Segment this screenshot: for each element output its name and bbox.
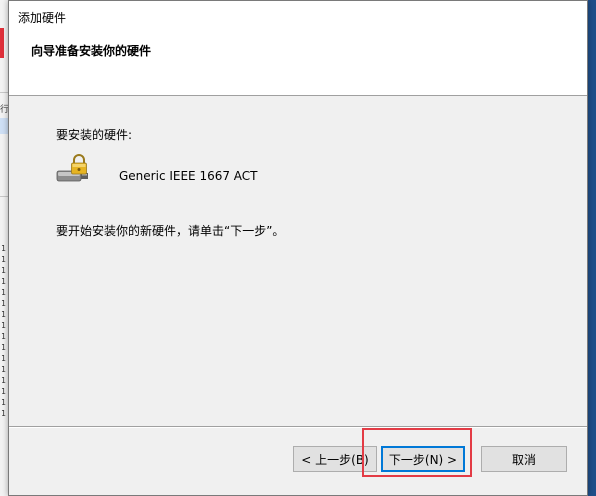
- background-red-marker: [0, 28, 4, 58]
- background-row-digit: 1: [1, 387, 6, 396]
- usb-lock-icon: [56, 154, 88, 182]
- background-row-digit: 1: [1, 321, 6, 330]
- background-row-digit: 1: [1, 310, 6, 319]
- footer-divider: [9, 426, 587, 428]
- background-row-digit: 1: [1, 244, 6, 253]
- instruction-text: 要开始安装你的新硬件，请单击“下一步”。: [56, 224, 285, 238]
- next-button[interactable]: 下一步(N) >: [381, 446, 465, 472]
- device-row: Generic IEEE 1667 ACT: [56, 154, 456, 190]
- background-row-digit: 1: [1, 398, 6, 407]
- background-row-digit: 1: [1, 354, 6, 363]
- wizard-header: 向导准备安装你的硬件: [9, 31, 587, 96]
- background-row-digit: 1: [1, 288, 6, 297]
- background-row-digit: 1: [1, 343, 6, 352]
- background-row-digit: 1: [1, 255, 6, 264]
- back-button[interactable]: < 上一步(B): [293, 446, 377, 472]
- window-title: 添加硬件: [18, 11, 67, 25]
- background-row-digit: 1: [1, 376, 6, 385]
- background-row-digit: 1: [1, 266, 6, 275]
- background-row-digit: 1: [1, 365, 6, 374]
- background-row-digit: 1: [1, 299, 6, 308]
- background-row-digit: 1: [1, 277, 6, 286]
- background-row-digit: 1: [1, 332, 6, 341]
- title-bar[interactable]: 添加硬件: [9, 1, 587, 31]
- wizard-header-title: 向导准备安装你的硬件: [31, 44, 152, 58]
- wizard-body: 要安装的硬件: Generic IEEE 1667 ACT 要开始安装你的新硬件…: [9, 96, 587, 426]
- cancel-button[interactable]: 取消: [481, 446, 567, 472]
- hardware-to-install-label: 要安装的硬件:: [56, 128, 133, 142]
- add-hardware-dialog: 添加硬件 向导准备安装你的硬件 要安装的硬件: Generic IEEE 166…: [8, 0, 588, 496]
- background-tab: [0, 118, 8, 134]
- device-name: Generic IEEE 1667 ACT: [119, 169, 258, 183]
- background-row-digit: 1: [1, 409, 6, 418]
